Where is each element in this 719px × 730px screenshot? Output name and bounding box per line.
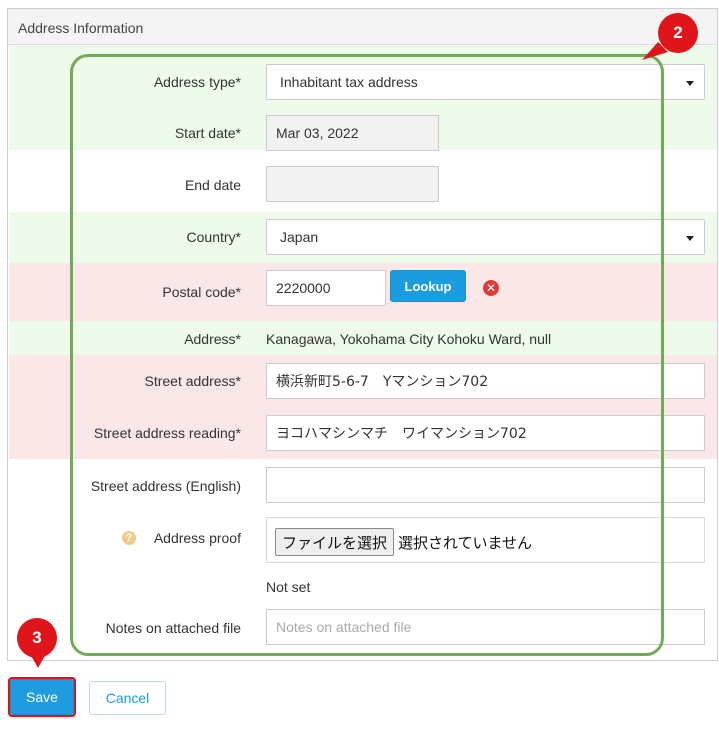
street-address-english-row: Street address (English) bbox=[9, 459, 717, 511]
street-address-value: 横浜新町5-6-7 Yマンション702 bbox=[276, 374, 489, 390]
panel-title: Address Information bbox=[18, 20, 144, 36]
street-address-reading-input[interactable]: ヨコハマシンマチ ワイマンション702 bbox=[266, 415, 705, 451]
choose-file-button[interactable]: ファイルを選択 bbox=[275, 528, 395, 556]
notes-placeholder: Notes on attached file bbox=[276, 619, 412, 635]
street-address-row: Street address* 横浜新町5-6-7 Yマンション702 Stre… bbox=[9, 355, 717, 459]
file-status: 選択されていません bbox=[398, 534, 533, 552]
notes-label: Notes on attached file bbox=[105, 620, 241, 636]
start-date-input[interactable]: Mar 03, 2022 bbox=[266, 115, 439, 151]
end-date-input[interactable] bbox=[266, 166, 439, 202]
postal-code-value: 2220000 bbox=[276, 280, 331, 296]
badge-pointer-icon bbox=[642, 42, 668, 60]
help-icon[interactable]: ? bbox=[122, 531, 136, 545]
panel-header: Address Information bbox=[8, 9, 717, 45]
street-address-input[interactable]: 横浜新町5-6-7 Yマンション702 bbox=[266, 363, 705, 399]
end-date-label: End date bbox=[184, 177, 241, 193]
address-row: Address* Kanagawa, Yokohama City Kohoku … bbox=[9, 321, 717, 355]
chevron-down-icon bbox=[686, 236, 694, 241]
save-button[interactable]: Save bbox=[8, 677, 76, 717]
start-date-label: Start date* bbox=[174, 125, 241, 141]
footer-divider bbox=[7, 660, 718, 661]
file-input: ファイルを選択 選択されていません bbox=[266, 517, 705, 563]
address-proof-current: Not set bbox=[266, 579, 311, 595]
address-type-row: Address type* Inhabitant tax address Sta… bbox=[9, 46, 717, 151]
address-proof-row: ? Address proof ファイルを選択 選択されていません Not se… bbox=[9, 511, 717, 599]
country-label: Country* bbox=[186, 229, 241, 245]
country-row: Country* Japan bbox=[9, 212, 717, 263]
street-address-reading-value: ヨコハマシンマチ ワイマンション702 bbox=[276, 426, 527, 442]
address-type-value: Inhabitant tax address bbox=[280, 74, 418, 90]
street-address-english-input[interactable] bbox=[266, 467, 705, 503]
notes-input[interactable]: Notes on attached file bbox=[266, 609, 705, 645]
street-address-english-label: Street address (English) bbox=[90, 478, 241, 494]
address-type-label: Address type* bbox=[153, 74, 241, 90]
cancel-button[interactable]: Cancel bbox=[89, 681, 166, 715]
postal-code-input[interactable]: 2220000 bbox=[266, 270, 386, 306]
postal-code-row: Postal code* 2220000 Lookup ✕ bbox=[9, 263, 717, 321]
street-address-label: Street address* bbox=[144, 373, 242, 389]
start-date-value: Mar 03, 2022 bbox=[276, 125, 359, 141]
lookup-button[interactable]: Lookup bbox=[390, 270, 466, 302]
postal-code-label: Postal code* bbox=[162, 284, 241, 300]
address-value: Kanagawa, Yokohama City Kohoku Ward, nul… bbox=[266, 331, 552, 347]
street-address-reading-label: Street address reading* bbox=[93, 425, 241, 441]
address-information-panel: Address Information Address type* Inhabi… bbox=[7, 8, 718, 660]
address-label: Address* bbox=[184, 331, 241, 347]
chevron-down-icon bbox=[686, 81, 694, 86]
badge-pointer-icon bbox=[29, 652, 47, 668]
address-type-select[interactable]: Inhabitant tax address bbox=[266, 64, 705, 100]
country-value: Japan bbox=[280, 229, 319, 245]
country-select[interactable]: Japan bbox=[266, 219, 705, 255]
clear-icon[interactable]: ✕ bbox=[483, 280, 499, 296]
end-date-row: End date bbox=[9, 150, 717, 212]
notes-row: Notes on attached file Notes on attached… bbox=[9, 599, 717, 661]
address-proof-label: Address proof bbox=[153, 530, 241, 546]
